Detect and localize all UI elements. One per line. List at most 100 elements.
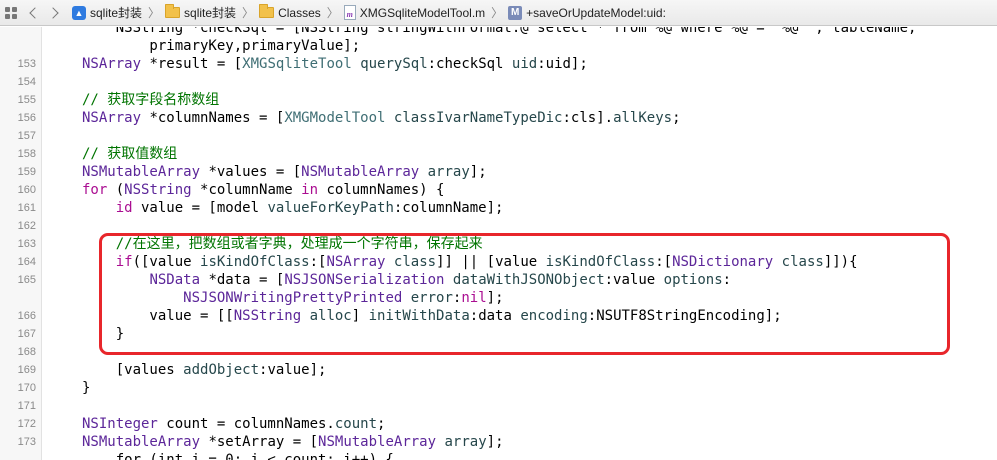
code-token: allKeys [613, 110, 673, 126]
code-line[interactable]: 171 [0, 397, 997, 415]
breadcrumb-label: Classes [278, 5, 321, 20]
related-items-grid-icon[interactable] [0, 0, 22, 25]
code-line[interactable]: 155 // 获取字段名称数组 [0, 91, 997, 109]
code-text: } [82, 379, 90, 397]
code-line[interactable]: 157 [0, 127, 997, 145]
line-number: 154 [17, 76, 36, 88]
file-badge: m [346, 10, 353, 19]
code-token: :checkSql [427, 56, 512, 72]
code-token: NSMutableArray [82, 434, 201, 450]
code-token: in [301, 182, 319, 198]
back-button[interactable] [22, 0, 44, 25]
code-text: // 获取字段名称数组 [82, 91, 219, 109]
breadcrumb-method[interactable]: M +saveOrUpdateModel:uid: [508, 5, 666, 20]
line-number: 171 [17, 400, 36, 412]
breadcrumb-group-1[interactable]: sqlite封装 〉 [165, 4, 259, 21]
code-text: for (int i = 0; i < count; i++) { [82, 451, 394, 460]
code-line[interactable]: 161 id value = [model valueForKeyPath:co… [0, 199, 997, 217]
code-token: :value]; [259, 362, 327, 378]
code-token: *setArray = [ [200, 434, 319, 450]
line-number: 166 [17, 310, 36, 322]
code-token: columnNames) { [318, 182, 445, 198]
code-token: array [427, 164, 470, 180]
code-token: NSInteger [82, 416, 158, 432]
code-text: primaryKey,primaryValue]; [82, 37, 360, 55]
code-token: NSString [124, 182, 192, 198]
code-token: NSString *checkSql = [NSString stringWit… [82, 27, 917, 36]
code-token: ]; [469, 164, 487, 180]
code-token: addObject [183, 362, 260, 378]
line-number: 160 [17, 184, 36, 196]
code-token: for (int i = 0; i < count; i++) { [82, 452, 394, 460]
code-token: // 获取字段名称数组 [82, 92, 220, 108]
breadcrumb-file[interactable]: m XMGSqliteModelTool.m 〉 [343, 4, 508, 21]
code-line[interactable]: 156 NSArray *columnNames = [XMGModelTool … [0, 109, 997, 127]
code-token: id [115, 200, 133, 216]
code-token: } [82, 380, 91, 396]
chevron-right-icon [47, 6, 59, 19]
code-line[interactable]: 173 NSMutableArray *setArray = [NSMutable… [0, 433, 997, 451]
line-number: 165 [17, 274, 36, 286]
breadcrumb-project[interactable]: ▲ sqlite封装 〉 [72, 4, 165, 21]
line-number: 169 [17, 364, 36, 376]
code-editor[interactable]: NSString *checkSql = [NSString stringWit… [0, 27, 997, 460]
code-line[interactable]: 153 NSArray *result = [XMGSqliteTool quer… [0, 55, 997, 73]
code-token: count [334, 416, 378, 432]
code-line[interactable]: 158 // 获取值数组 [0, 145, 997, 163]
code-line[interactable]: 154 [0, 73, 997, 91]
code-token: // 获取值数组 [82, 146, 178, 162]
line-number: 167 [17, 328, 36, 340]
code-line[interactable]: 170} [0, 379, 997, 397]
code-token: classIvarNameTypeDic [393, 110, 563, 126]
code-text: NSInteger count = columnNames.count; [82, 415, 385, 433]
code-line[interactable]: for (int i = 0; i < count; i++) { [0, 451, 997, 460]
code-line[interactable]: 169 [values addObject:value]; [0, 361, 997, 379]
code-token: NSArray [82, 110, 142, 126]
folder-icon [259, 4, 275, 18]
code-token: ; [672, 110, 681, 126]
code-token: XMGSqliteTool [242, 56, 352, 72]
code-text: for (NSString *columnName in columnNames… [82, 181, 444, 199]
method-icon: M [508, 5, 523, 20]
code-line[interactable]: 160 for (NSString *columnName in columnNa… [0, 181, 997, 199]
grid-icon [5, 6, 17, 19]
code-token: *result = [ [141, 56, 243, 72]
code-token: [values [82, 362, 184, 378]
code-text: // 获取值数组 [82, 145, 177, 163]
code-text: NSArray *columnNames = [XMGModelTool cla… [82, 109, 681, 127]
code-line[interactable]: NSString *checkSql = [NSString stringWit… [0, 27, 997, 37]
code-token: :cls]. [562, 110, 614, 126]
code-token: value = [model [132, 200, 268, 216]
code-token: NSMutableArray [301, 164, 420, 180]
code-token: ]; [486, 434, 504, 450]
code-token: *values = [ [200, 164, 302, 180]
code-line[interactable]: 172 NSInteger count = columnNames.count; [0, 415, 997, 433]
code-token: ; [377, 416, 386, 432]
breadcrumb-label: sqlite封装 [184, 6, 237, 20]
line-number: 172 [17, 418, 36, 430]
line-number: 163 [17, 238, 36, 250]
line-number: 164 [17, 256, 36, 268]
code-token: :columnName]; [393, 200, 504, 216]
code-token: array [444, 434, 487, 450]
code-token: NSMutableArray [82, 164, 201, 180]
code-token: for [82, 182, 108, 198]
code-token: *columnNames = [ [141, 110, 285, 126]
code-line[interactable]: primaryKey,primaryValue]; [0, 37, 997, 55]
project-icon: ▲ [72, 5, 86, 20]
breadcrumb-label: +saveOrUpdateModel:uid: [526, 5, 666, 20]
code-token: NSArray [82, 56, 142, 72]
highlight-annotation-box [99, 233, 950, 355]
code-line[interactable]: 159 NSMutableArray *values = [NSMutableAr… [0, 163, 997, 181]
breadcrumb-group-classes[interactable]: Classes 〉 [259, 4, 344, 21]
code-token: uid [511, 56, 538, 72]
line-number: 157 [17, 130, 36, 142]
code-token: querySql [360, 56, 428, 72]
code-token: primaryKey,primaryValue]; [82, 38, 361, 54]
code-token: valueForKeyPath [267, 200, 394, 216]
code-token: *columnName [191, 182, 302, 198]
breadcrumb-separator: 〉 [148, 6, 161, 20]
forward-button[interactable] [44, 0, 66, 25]
